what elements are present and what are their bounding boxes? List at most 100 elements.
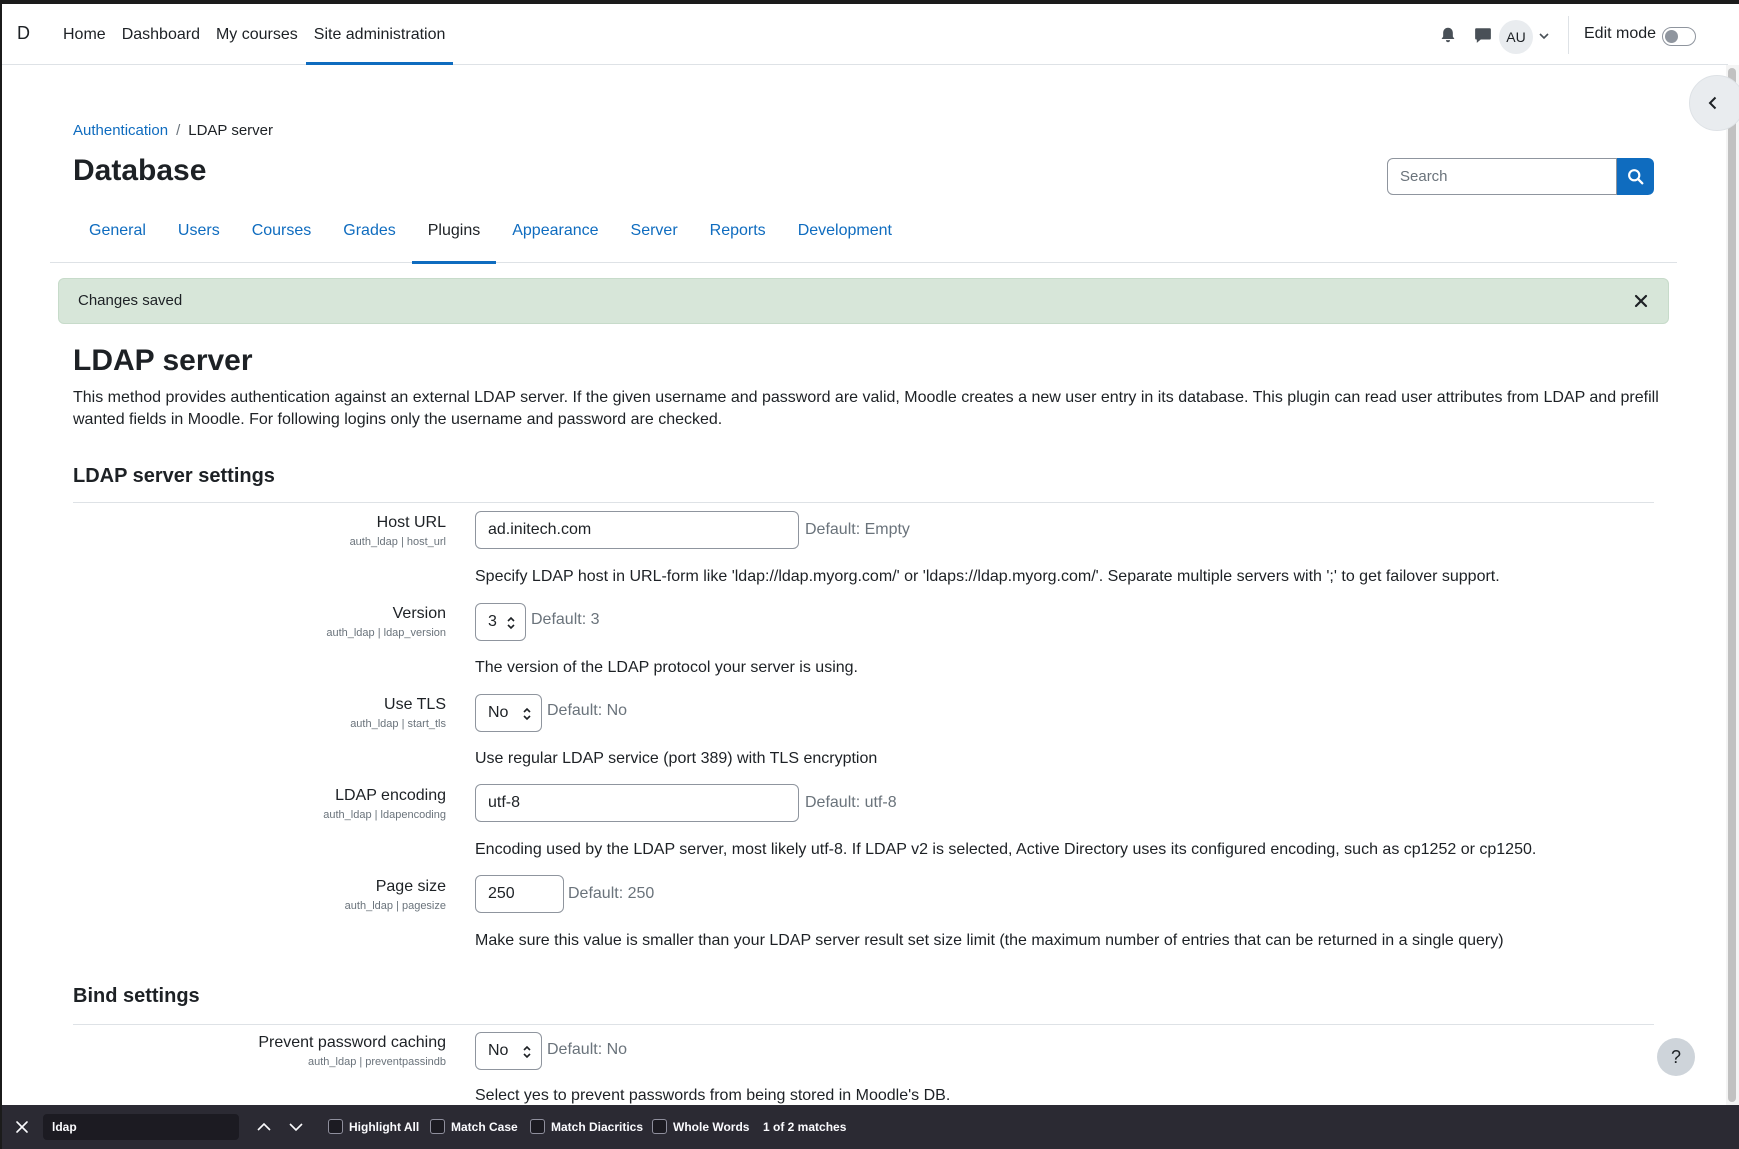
tab-reports[interactable]: Reports <box>694 212 782 263</box>
nav-divider <box>1568 16 1569 54</box>
setting-name: Page size <box>375 878 446 895</box>
prevent-password-caching-select[interactable]: No <box>475 1032 542 1070</box>
page-size-default: Default: 250 <box>568 885 655 902</box>
tab-server[interactable]: Server <box>615 212 694 263</box>
use-tls-select[interactable]: No <box>475 694 542 732</box>
setting-key: auth_ldap | ldapencoding <box>323 809 446 821</box>
nav-dashboard[interactable]: Dashboard <box>114 4 208 65</box>
close-icon[interactable] <box>1634 294 1648 308</box>
search-button[interactable] <box>1617 158 1654 195</box>
tab-users[interactable]: Users <box>162 212 236 263</box>
open-drawer-button[interactable] <box>1689 75 1739 131</box>
setting-key: auth_ldap | preventpassindb <box>307 1056 446 1068</box>
plugin-heading: LDAP server <box>73 344 253 377</box>
setting-key: auth_ldap | start_tls <box>350 718 446 730</box>
avatar[interactable]: AU <box>1499 20 1533 54</box>
tab-plugins[interactable]: Plugins <box>411 212 497 264</box>
option-label: Whole Words <box>673 1119 750 1134</box>
top-navbar: D Home Dashboard My courses Site adminis… <box>0 4 1728 65</box>
option-label: Highlight All <box>349 1119 420 1134</box>
section-divider <box>73 502 1654 503</box>
version-select-value: 3 <box>488 613 497 630</box>
page-size-label: Page size auth_ldap | pagesize <box>66 878 446 912</box>
tab-development[interactable]: Development <box>782 212 908 263</box>
breadcrumb-authentication[interactable]: Authentication <box>73 122 168 139</box>
use-tls-default: Default: No <box>547 702 628 719</box>
primary-navigation: Home Dashboard My courses Site administr… <box>55 4 454 65</box>
version-description: The version of the LDAP protocol your se… <box>475 659 858 676</box>
page-title: Database <box>73 154 207 187</box>
chevron-down-icon[interactable] <box>288 1120 304 1134</box>
prevent-password-caching-description: Select yes to prevent passwords from bei… <box>475 1087 951 1104</box>
close-icon[interactable] <box>15 1120 29 1134</box>
chat-icon[interactable] <box>1474 26 1492 44</box>
bind-settings-heading: Bind settings <box>73 985 200 1007</box>
highlight-all-option[interactable]: Highlight All <box>328 1119 419 1134</box>
ldap-encoding-label: LDAP encoding auth_ldap | ldapencoding <box>66 787 446 821</box>
version-select[interactable]: 3 <box>475 603 526 641</box>
help-button[interactable]: ? <box>1657 1038 1695 1076</box>
match-diacritics-checkbox[interactable] <box>530 1119 545 1134</box>
search-icon <box>1628 169 1644 185</box>
setting-key: auth_ldap | ldap_version <box>326 627 446 639</box>
site-brand[interactable]: D <box>17 23 30 44</box>
prevent-password-caching-default: Default: No <box>547 1041 628 1058</box>
setting-name: Prevent password caching <box>258 1034 446 1051</box>
find-match-status: 1 of 2 matches <box>763 1120 847 1134</box>
plugin-description: This method provides authentication agai… <box>73 389 1659 428</box>
version-default: Default: 3 <box>531 611 600 628</box>
setting-name: LDAP encoding <box>335 787 446 804</box>
find-input[interactable] <box>43 1114 239 1140</box>
setting-name: Version <box>392 605 446 622</box>
admin-search-input[interactable] <box>1387 158 1617 195</box>
setting-key: auth_ldap | host_url <box>349 536 446 548</box>
setting-name: Host URL <box>376 514 446 531</box>
alert-message: Changes saved <box>78 292 183 309</box>
nav-home[interactable]: Home <box>55 4 114 65</box>
host-url-default: Default: Empty <box>805 521 910 538</box>
section-divider <box>73 1024 1654 1025</box>
setting-name: Use TLS <box>384 696 446 713</box>
nav-my-courses[interactable]: My courses <box>208 4 306 65</box>
page-size-input[interactable] <box>475 875 564 913</box>
use-tls-label: Use TLS auth_ldap | start_tls <box>66 696 446 730</box>
select-arrows-icon <box>523 1045 531 1059</box>
whole-words-option[interactable]: Whole Words <box>652 1119 749 1134</box>
ldap-encoding-default: Default: utf-8 <box>805 794 897 811</box>
edit-mode-label: Edit mode <box>1584 25 1657 42</box>
match-case-checkbox[interactable] <box>430 1119 445 1134</box>
match-diacritics-option[interactable]: Match Diacritics <box>530 1119 643 1134</box>
chevron-up-icon[interactable] <box>256 1120 272 1134</box>
chevron-left-icon <box>1708 96 1717 110</box>
edit-mode-toggle[interactable] <box>1662 27 1696 46</box>
setting-key: auth_ldap | pagesize <box>344 900 446 912</box>
page-scrollbar-thumb[interactable] <box>1728 68 1736 1102</box>
breadcrumb-current: LDAP server <box>188 122 274 139</box>
tab-general[interactable]: General <box>73 212 162 263</box>
bell-icon[interactable] <box>1439 26 1457 44</box>
chevron-down-icon[interactable] <box>1538 30 1550 42</box>
server-settings-heading: LDAP server settings <box>73 465 275 487</box>
breadcrumb-separator: / <box>176 122 181 139</box>
whole-words-checkbox[interactable] <box>652 1119 667 1134</box>
tab-courses[interactable]: Courses <box>236 212 328 263</box>
ldap-encoding-description: Encoding used by the LDAP server, most l… <box>475 841 1537 858</box>
prevent-password-caching-label: Prevent password caching auth_ldap | pre… <box>66 1034 446 1068</box>
breadcrumb: Authentication / LDAP server <box>73 122 273 139</box>
ldap-encoding-input[interactable] <box>475 784 799 822</box>
match-case-option[interactable]: Match Case <box>430 1119 518 1134</box>
highlight-all-checkbox[interactable] <box>328 1119 343 1134</box>
option-label: Match Diacritics <box>551 1119 644 1134</box>
host-url-description: Specify LDAP host in URL-form like 'ldap… <box>475 568 1500 585</box>
select-arrows-icon <box>507 616 515 630</box>
tab-grades[interactable]: Grades <box>327 212 411 263</box>
page-size-description: Make sure this value is smaller than you… <box>475 932 1504 949</box>
changes-saved-alert: Changes saved <box>58 278 1669 324</box>
nav-site-administration[interactable]: Site administration <box>305 4 454 65</box>
option-label: Match Case <box>451 1119 518 1134</box>
host-url-input[interactable] <box>475 511 799 549</box>
tab-appearance[interactable]: Appearance <box>496 212 614 263</box>
find-bar: Highlight All Match Case Match Diacritic… <box>0 1105 1739 1149</box>
use-tls-select-value: No <box>488 704 509 721</box>
prevent-password-caching-value: No <box>488 1042 509 1059</box>
